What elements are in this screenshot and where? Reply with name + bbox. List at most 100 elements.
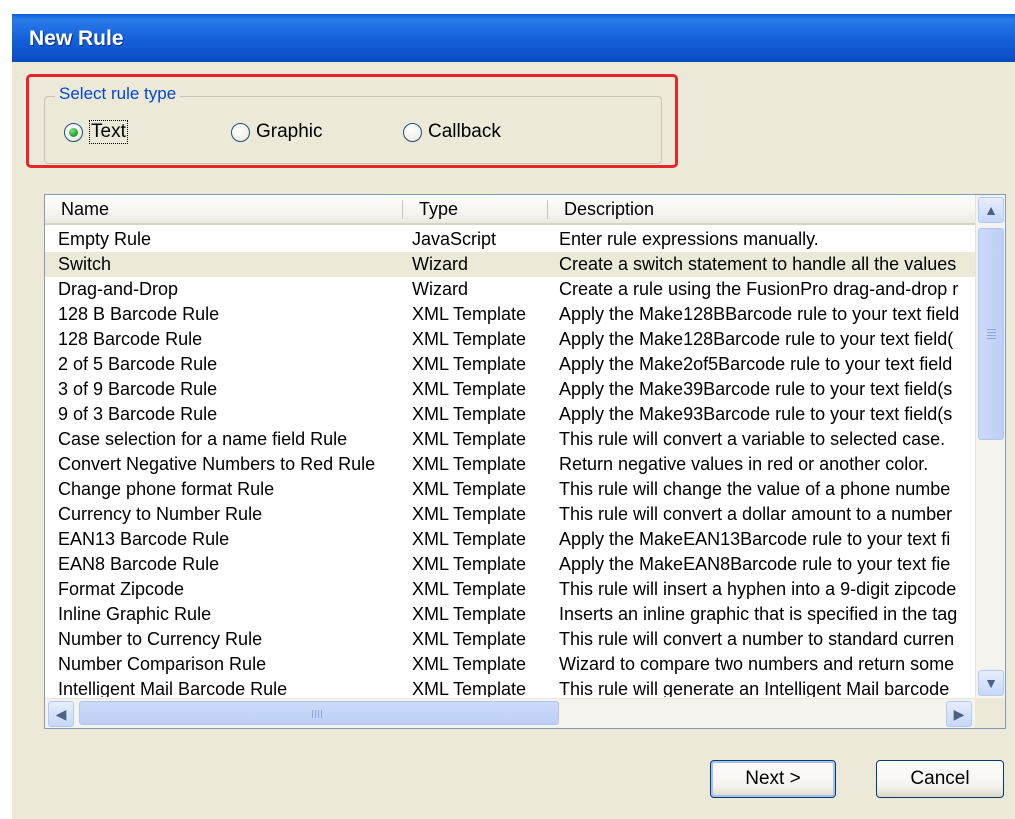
radio-text-label[interactable]: Text xyxy=(89,120,128,144)
cell-type: JavaScript xyxy=(412,229,497,249)
list-header: Name Type Description xyxy=(45,195,975,225)
new-rule-dialog: New Rule Select rule type Text Graphic C… xyxy=(12,14,1015,819)
next-button[interactable]: Next > xyxy=(710,760,836,798)
table-row[interactable]: 2 of 5 Barcode Rule XML Template Apply the… xyxy=(45,352,975,377)
grip-line xyxy=(987,332,996,333)
cell-description: Return negative values in red or another… xyxy=(559,454,929,474)
cell-name: Inline Graphic Rule xyxy=(58,604,212,624)
table-row[interactable]: Format Zipcode XML Template This rule will… xyxy=(45,577,975,602)
grip-line xyxy=(315,710,316,718)
cell-type: XML Template xyxy=(412,329,527,349)
cell-description: Wizard to compare two numbers and return… xyxy=(559,654,955,674)
arrow-left-icon: ◀ xyxy=(55,705,67,722)
cell-description: Apply the Make2of5Barcode rule to your t… xyxy=(559,354,953,374)
cell-description: Inserts an inline graphic that is specif… xyxy=(559,604,958,624)
scroll-left-button[interactable]: ◀ xyxy=(48,701,74,727)
rules-list[interactable]: Name Type Description Empty Rule JavaScri… xyxy=(44,194,1006,729)
cell-type: XML Template xyxy=(412,529,527,549)
table-row[interactable]: EAN13 Barcode Rule XML Template Apply the … xyxy=(45,527,975,552)
radio-selected-dot xyxy=(69,127,78,137)
table-row[interactable]: Empty Rule JavaScript Enter rule expressio… xyxy=(45,227,975,252)
table-row[interactable]: Drag-and-Drop Wizard Create a rule using t… xyxy=(45,277,975,302)
cell-type: XML Template xyxy=(412,554,527,574)
horizontal-scrollbar[interactable]: ◀ ▶ xyxy=(45,698,975,728)
cell-type: XML Template xyxy=(412,404,527,424)
cell-name: 9 of 3 Barcode Rule xyxy=(58,404,218,424)
table-row[interactable]: Convert Negative Numbers to Red Rule XML … xyxy=(45,452,975,477)
grip-line xyxy=(318,710,319,718)
cell-description: Apply the MakeEAN8Barcode rule to your t… xyxy=(559,554,951,574)
cell-name: 2 of 5 Barcode Rule xyxy=(58,354,218,374)
cell-type: XML Template xyxy=(412,579,527,599)
cell-type: XML Template xyxy=(412,379,527,399)
table-row[interactable]: Switch Wizard Create a switch statement to… xyxy=(45,252,975,277)
horizontal-scroll-thumb[interactable] xyxy=(79,701,559,725)
scroll-down-button[interactable]: ▼ xyxy=(978,670,1004,696)
table-row[interactable]: 128 B Barcode Rule XML Template Apply the … xyxy=(45,302,975,327)
table-row[interactable]: Change phone format Rule XML Template This… xyxy=(45,477,975,502)
title-bar[interactable]: New Rule xyxy=(12,14,1015,62)
cell-type: XML Template xyxy=(412,429,527,449)
radio-graphic-circle[interactable] xyxy=(231,122,250,142)
table-row[interactable]: Number to Currency Rule XML Template This … xyxy=(45,627,975,652)
scroll-up-button[interactable]: ▲ xyxy=(978,197,1004,223)
list-rows: Empty Rule JavaScript Enter rule expressio… xyxy=(45,227,975,697)
table-row[interactable]: 9 of 3 Barcode Rule XML Template Apply the… xyxy=(45,402,975,427)
radio-callback-circle[interactable] xyxy=(403,122,422,142)
radio-text-circle[interactable] xyxy=(64,122,83,142)
cell-type: Wizard xyxy=(412,254,469,274)
cell-description: Apply the Make128BBarcode rule to your t… xyxy=(559,304,960,324)
cell-type: XML Template xyxy=(412,304,527,324)
vertical-scrollbar[interactable]: ▲ ▼ xyxy=(975,195,1005,698)
cell-description: Enter rule expressions manually. xyxy=(559,229,819,249)
cell-description: Apply the Make39Barcode rule to your tex… xyxy=(559,379,953,399)
column-header-type[interactable]: Type xyxy=(403,195,547,223)
rule-type-groupbox xyxy=(44,96,662,164)
radio-callback-label[interactable]: Callback xyxy=(428,121,501,143)
window-title: New Rule xyxy=(29,27,124,50)
rule-type-legend: Select rule type xyxy=(55,84,181,104)
table-row[interactable]: Case selection for a name field Rule XML … xyxy=(45,427,975,452)
radio-graphic[interactable]: Graphic xyxy=(231,120,323,144)
cell-name: 128 Barcode Rule xyxy=(58,329,203,349)
cell-type: Wizard xyxy=(412,279,469,299)
cell-type: XML Template xyxy=(412,454,527,474)
cell-description: Create a rule using the FusionPro drag-a… xyxy=(559,279,959,299)
grip-line xyxy=(987,335,996,336)
cell-name: Change phone format Rule xyxy=(58,479,275,499)
cell-type: XML Template xyxy=(412,479,527,499)
cancel-button[interactable]: Cancel xyxy=(876,760,1004,798)
radio-callback[interactable]: Callback xyxy=(403,120,501,144)
cell-description: This rule will insert a hyphen into a 9-… xyxy=(559,579,957,599)
table-row[interactable]: 3 of 9 Barcode Rule XML Template Apply the… xyxy=(45,377,975,402)
cell-description: Apply the Make93Barcode rule to your tex… xyxy=(559,404,953,424)
table-row[interactable]: 128 Barcode Rule XML Template Apply the Ma… xyxy=(45,327,975,352)
cell-type: XML Template xyxy=(412,504,527,524)
radio-text[interactable]: Text xyxy=(64,120,128,144)
grip-line xyxy=(987,329,996,330)
table-row[interactable]: EAN8 Barcode Rule XML Template Apply the M… xyxy=(45,552,975,577)
grip-line xyxy=(987,338,996,339)
table-row[interactable]: Intelligent Mail Barcode Rule XML Templat… xyxy=(45,677,975,697)
cell-description: This rule will convert a dollar amount t… xyxy=(559,504,953,524)
vertical-scroll-thumb[interactable] xyxy=(978,228,1004,440)
cell-description: This rule will convert a number to stand… xyxy=(559,629,955,649)
column-header-name[interactable]: Name xyxy=(45,195,398,223)
table-row[interactable]: Inline Graphic Rule XML Template Inserts a… xyxy=(45,602,975,627)
cell-type: XML Template xyxy=(412,629,527,649)
cell-description: This rule will convert a variable to sel… xyxy=(559,429,946,449)
table-row[interactable]: Currency to Number Rule XML Template This … xyxy=(45,502,975,527)
table-row[interactable]: Number Comparison Rule XML Template Wizard… xyxy=(45,652,975,677)
cell-name: Number Comparison Rule xyxy=(58,654,267,674)
cell-name: EAN8 Barcode Rule xyxy=(58,554,220,574)
grip-line xyxy=(312,710,313,718)
cell-type: XML Template xyxy=(412,654,527,674)
scroll-right-button[interactable]: ▶ xyxy=(946,701,972,727)
cell-name: 128 B Barcode Rule xyxy=(58,304,220,324)
cell-name: Drag-and-Drop xyxy=(58,279,179,299)
column-header-description[interactable]: Description xyxy=(548,195,975,223)
cell-name: Intelligent Mail Barcode Rule xyxy=(58,679,288,697)
radio-graphic-label[interactable]: Graphic xyxy=(256,121,323,143)
grip-line xyxy=(321,710,322,718)
cell-name: 3 of 9 Barcode Rule xyxy=(58,379,218,399)
